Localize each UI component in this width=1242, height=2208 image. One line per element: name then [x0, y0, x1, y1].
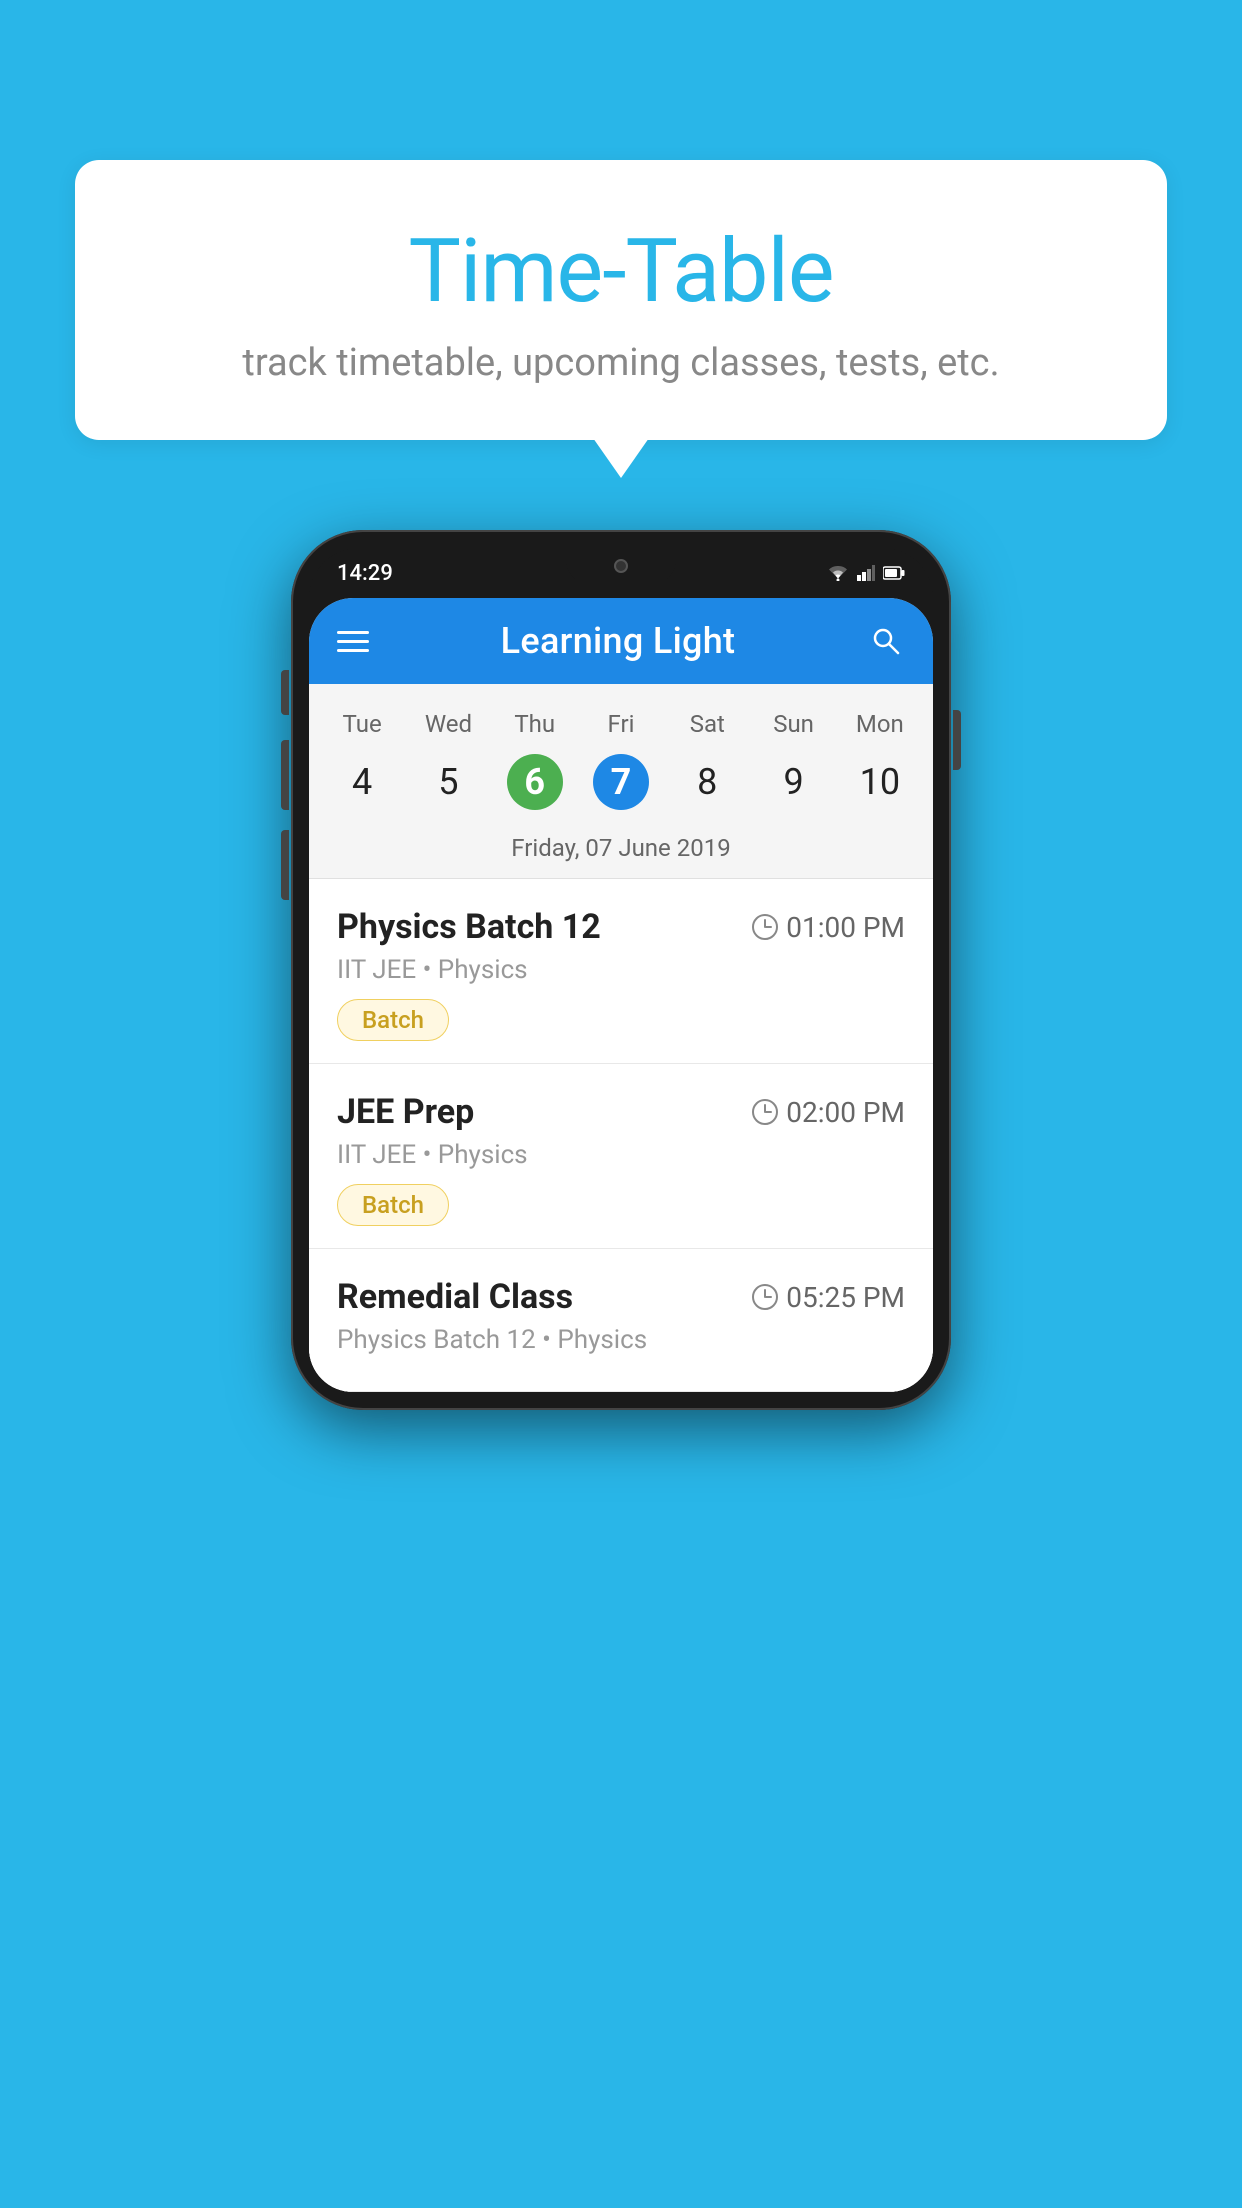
schedule-item-3[interactable]: Remedial Class 05:25 PM Physics Batch 12… — [309, 1249, 933, 1392]
schedule-item-1-sub: IIT JEE • Physics — [337, 955, 905, 985]
phone-screen: Learning Light Tue Wed Thu Fri Sat Sun — [309, 598, 933, 1392]
date-8[interactable]: 8 — [679, 754, 735, 810]
wifi-icon — [827, 565, 849, 581]
clock-icon-2 — [752, 1099, 778, 1125]
date-10[interactable]: 10 — [852, 754, 908, 810]
schedule-item-3-time: 05:25 PM — [752, 1281, 905, 1314]
day-header-fri: Fri — [578, 702, 664, 746]
schedule-item-1-time: 01:00 PM — [752, 911, 905, 944]
volume-up-button — [281, 740, 289, 810]
status-icons — [827, 565, 905, 581]
batch-badge-2: Batch — [337, 1184, 449, 1226]
batch-badge-1: Batch — [337, 999, 449, 1041]
speech-bubble-container: Time-Table track timetable, upcoming cla… — [75, 160, 1167, 440]
search-button[interactable] — [867, 622, 905, 660]
front-camera — [614, 559, 628, 573]
volume-down-button — [281, 830, 289, 900]
day-header-thu: Thu — [492, 702, 578, 746]
clock-icon-1 — [752, 914, 778, 940]
schedule-item-1-header: Physics Batch 12 01:00 PM — [337, 907, 905, 947]
schedule-item-2-header: JEE Prep 02:00 PM — [337, 1092, 905, 1132]
date-9[interactable]: 9 — [766, 754, 822, 810]
silent-button — [281, 670, 289, 715]
schedule-item-2-time: 02:00 PM — [752, 1096, 905, 1129]
app-title: Learning Light — [501, 620, 736, 662]
schedule-item-1-title: Physics Batch 12 — [337, 907, 601, 947]
status-time: 14:29 — [337, 561, 393, 586]
phone-outer: 14:29 — [291, 530, 951, 1410]
day-header-wed: Wed — [405, 702, 491, 746]
signal-icon — [857, 565, 875, 581]
schedule-item-2[interactable]: JEE Prep 02:00 PM IIT JEE • Physics Batc… — [309, 1064, 933, 1249]
date-4[interactable]: 4 — [334, 754, 390, 810]
bubble-subtitle: track timetable, upcoming classes, tests… — [125, 341, 1117, 385]
day-header-sat: Sat — [664, 702, 750, 746]
power-button — [953, 710, 961, 770]
schedule-item-2-title: JEE Prep — [337, 1092, 474, 1132]
day-numbers: 4 5 6 7 8 9 10 — [309, 746, 933, 824]
date-5[interactable]: 5 — [420, 754, 476, 810]
battery-icon — [883, 566, 905, 580]
hamburger-menu-icon[interactable] — [337, 631, 369, 652]
calendar-strip: Tue Wed Thu Fri Sat Sun Mon 4 5 6 7 8 9 … — [309, 684, 933, 879]
search-icon — [870, 625, 902, 657]
schedule-item-3-sub: Physics Batch 12 • Physics — [337, 1325, 905, 1355]
schedule-item-3-header: Remedial Class 05:25 PM — [337, 1277, 905, 1317]
clock-icon-3 — [752, 1284, 778, 1310]
date-7-selected[interactable]: 7 — [593, 754, 649, 810]
bubble-title: Time-Table — [125, 220, 1117, 323]
schedule-item-2-sub: IIT JEE • Physics — [337, 1140, 905, 1170]
selected-date-label: Friday, 07 June 2019 — [309, 824, 933, 879]
day-header-sun: Sun — [750, 702, 836, 746]
phone-mockup: 14:29 — [291, 530, 951, 1410]
status-bar: 14:29 — [309, 548, 933, 598]
schedule-list: Physics Batch 12 01:00 PM IIT JEE • Phys… — [309, 879, 933, 1392]
schedule-item-3-title: Remedial Class — [337, 1277, 573, 1317]
app-bar: Learning Light — [309, 598, 933, 684]
day-header-tue: Tue — [319, 702, 405, 746]
notch-cutout — [566, 548, 676, 584]
day-headers: Tue Wed Thu Fri Sat Sun Mon — [309, 702, 933, 746]
speech-bubble: Time-Table track timetable, upcoming cla… — [75, 160, 1167, 440]
day-header-mon: Mon — [837, 702, 923, 746]
schedule-item-1[interactable]: Physics Batch 12 01:00 PM IIT JEE • Phys… — [309, 879, 933, 1064]
date-6-today[interactable]: 6 — [507, 754, 563, 810]
